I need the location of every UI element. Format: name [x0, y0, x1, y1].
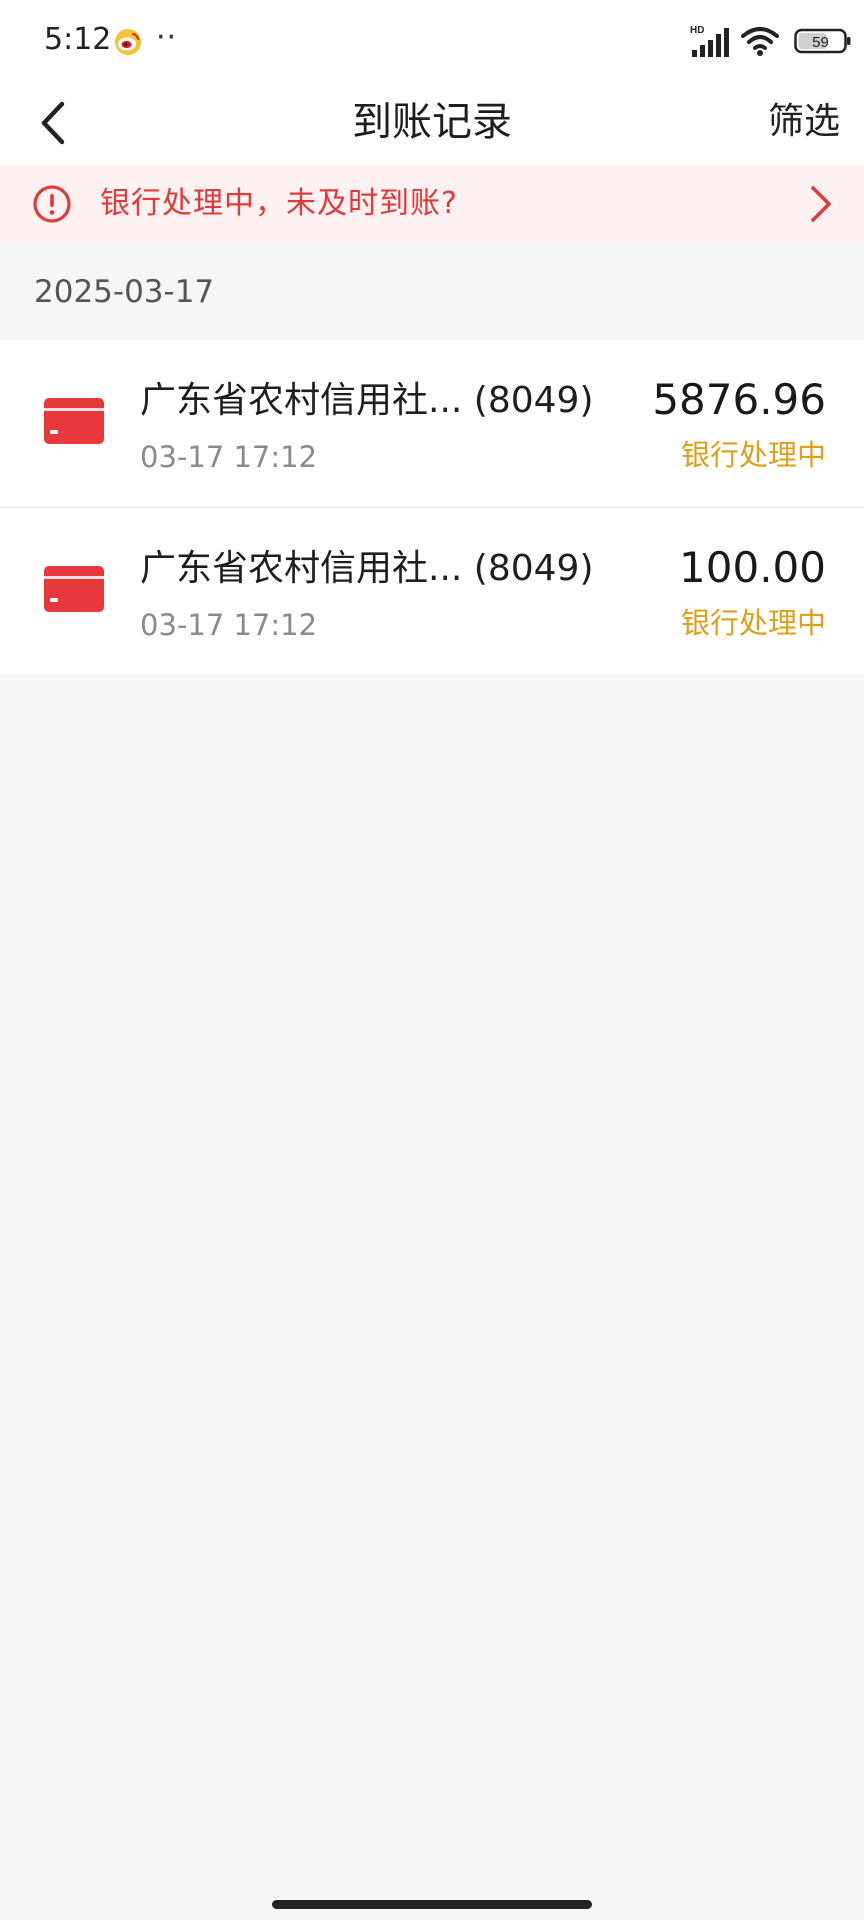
- filter-button[interactable]: 筛选: [768, 94, 840, 150]
- record-list: 广东省农村信用社... (8049) 03-17 17:12 5876.96 银…: [0, 340, 864, 674]
- record-status: 银行处理中: [680, 438, 826, 472]
- bank-name: 广东省农村信用社...: [140, 380, 463, 421]
- bank-name: 广东省农村信用社...: [140, 548, 463, 589]
- screen: 5:12 ·· HD 59 到账记录 筛选 银行处理中，未及时到账? 2025-…: [0, 0, 864, 1920]
- record-status: 银行处理中: [680, 606, 826, 640]
- chevron-right-icon: [811, 186, 831, 222]
- page-title: 到账记录: [352, 99, 512, 145]
- bank-card-icon: [44, 566, 104, 612]
- record-time: 03-17 17:12: [140, 440, 318, 474]
- battery-icon: 59: [794, 28, 851, 54]
- network-label: HD: [690, 25, 704, 36]
- bank-card-icon: [44, 398, 104, 444]
- record-amount: 100.00: [679, 543, 826, 592]
- list-item[interactable]: 广东省农村信用社... (8049) 03-17 17:12 100.00 银行…: [0, 507, 864, 674]
- exclamation-circle-icon: [33, 185, 71, 223]
- alert-text: 银行处理中，未及时到账?: [100, 186, 458, 221]
- record-bank: 广东省农村信用社... (8049): [140, 544, 594, 594]
- nav-bar: 到账记录 筛选: [0, 82, 864, 164]
- status-bar: 5:12 ·· HD 59: [0, 0, 864, 82]
- date-group-header: 2025-03-17: [0, 242, 864, 340]
- signal-icon: HD: [690, 25, 729, 57]
- battery-level: 59: [812, 34, 829, 51]
- processing-alert-banner[interactable]: 银行处理中，未及时到账?: [0, 166, 864, 242]
- card-suffix: (8049): [473, 380, 594, 421]
- date-label: 2025-03-17: [34, 274, 215, 310]
- record-bank: 广东省农村信用社... (8049): [140, 376, 594, 426]
- home-indicator[interactable]: [272, 1900, 592, 1909]
- list-item[interactable]: 广东省农村信用社... (8049) 03-17 17:12 5876.96 银…: [0, 340, 864, 507]
- card-suffix: (8049): [473, 548, 594, 589]
- status-time: 5:12: [44, 22, 112, 57]
- record-time: 03-17 17:12: [140, 608, 318, 642]
- record-amount: 5876.96: [652, 375, 826, 424]
- weibo-icon: [115, 29, 141, 55]
- status-more-dots: ··: [156, 20, 178, 55]
- wifi-icon: [741, 27, 779, 56]
